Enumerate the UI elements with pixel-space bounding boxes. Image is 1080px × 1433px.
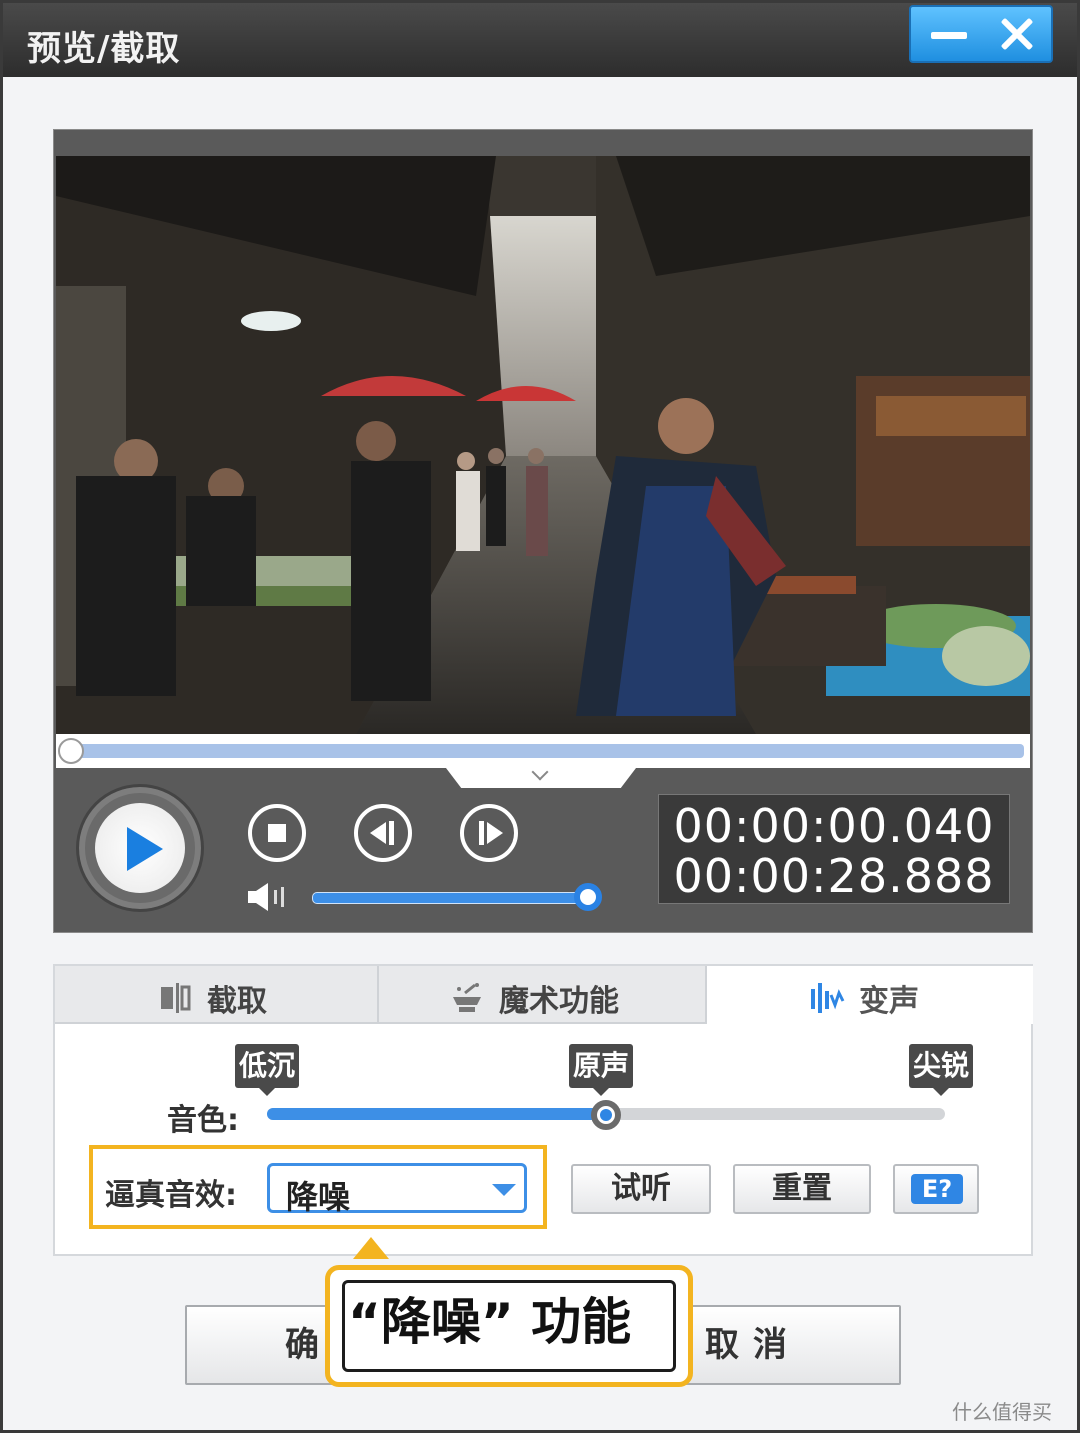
help-button[interactable]: E? bbox=[893, 1164, 979, 1214]
tone-slider-knob[interactable] bbox=[591, 1100, 621, 1130]
play-button[interactable] bbox=[95, 803, 185, 893]
ok-button-label: 确 bbox=[285, 1325, 319, 1365]
tab-magic[interactable]: 魔术功能 bbox=[379, 966, 707, 1024]
current-time: 00:00:00.040 bbox=[673, 799, 995, 853]
minimize-button[interactable] bbox=[913, 7, 983, 61]
time-display: 00:00:00.040 00:00:28.888 bbox=[658, 794, 1010, 904]
tone-slider-fill bbox=[267, 1108, 606, 1120]
market-street-video-frame bbox=[56, 156, 1030, 734]
effect-dropdown-value: 降噪 bbox=[286, 1178, 351, 1216]
timeline-bar bbox=[56, 734, 1030, 768]
capture-icon bbox=[161, 983, 191, 1013]
preview-window: 预览/截取 00:00:00.040 00:00:28.888 截取 魔术功能 … bbox=[0, 0, 1080, 1433]
video-player: 00:00:00.040 00:00:28.888 bbox=[53, 129, 1033, 933]
tab-voice[interactable]: 变声 bbox=[707, 966, 1033, 1024]
effect-caption: 逼真音效: bbox=[105, 1178, 237, 1213]
total-time: 00:00:28.888 bbox=[673, 849, 995, 903]
volume-slider-track[interactable] bbox=[312, 892, 590, 904]
play-button-ring bbox=[76, 784, 204, 912]
watermark: 什么值得买 bbox=[952, 1400, 1052, 1424]
callout-text: “降噪” 功能 bbox=[348, 1293, 632, 1351]
tone-mark-original: 原声 bbox=[569, 1044, 634, 1096]
cancel-button-label: 取消 bbox=[705, 1325, 801, 1365]
tab-voice-label: 变声 bbox=[859, 984, 919, 1019]
chevron-down-icon bbox=[492, 1184, 516, 1196]
reset-button[interactable]: 重置 bbox=[733, 1164, 871, 1214]
effect-dropdown[interactable]: 降噪 bbox=[267, 1163, 527, 1216]
voice-wave-icon bbox=[811, 983, 845, 1013]
tab-magic-label: 魔术功能 bbox=[499, 984, 619, 1019]
tone-caption: 音色: bbox=[167, 1103, 239, 1138]
annotation-callout: “降噪” 功能 bbox=[325, 1265, 693, 1387]
window-title: 预览/截取 bbox=[27, 29, 181, 69]
speaker-icon[interactable] bbox=[246, 880, 290, 914]
tab-capture-label: 截取 bbox=[207, 984, 267, 1019]
collapse-toggle[interactable] bbox=[446, 768, 636, 788]
window-controls bbox=[909, 5, 1053, 63]
timeline-track[interactable] bbox=[66, 744, 1024, 758]
close-button[interactable] bbox=[983, 7, 1053, 61]
tone-mark-sharp: 尖锐 bbox=[909, 1044, 974, 1096]
volume-slider-knob[interactable] bbox=[574, 883, 602, 911]
timeline-scrubber[interactable] bbox=[58, 738, 84, 764]
tab-capture[interactable]: 截取 bbox=[55, 966, 379, 1024]
magic-icon bbox=[453, 983, 481, 1012]
next-frame-button[interactable] bbox=[460, 804, 518, 862]
stop-button[interactable] bbox=[248, 804, 306, 862]
help-icon: E? bbox=[911, 1174, 963, 1204]
callout-pointer bbox=[353, 1237, 389, 1259]
listen-button[interactable]: 试听 bbox=[571, 1164, 711, 1214]
video-frame[interactable] bbox=[56, 156, 1030, 734]
previous-frame-button[interactable] bbox=[354, 804, 412, 862]
tone-mark-low: 低沉 bbox=[235, 1044, 300, 1096]
